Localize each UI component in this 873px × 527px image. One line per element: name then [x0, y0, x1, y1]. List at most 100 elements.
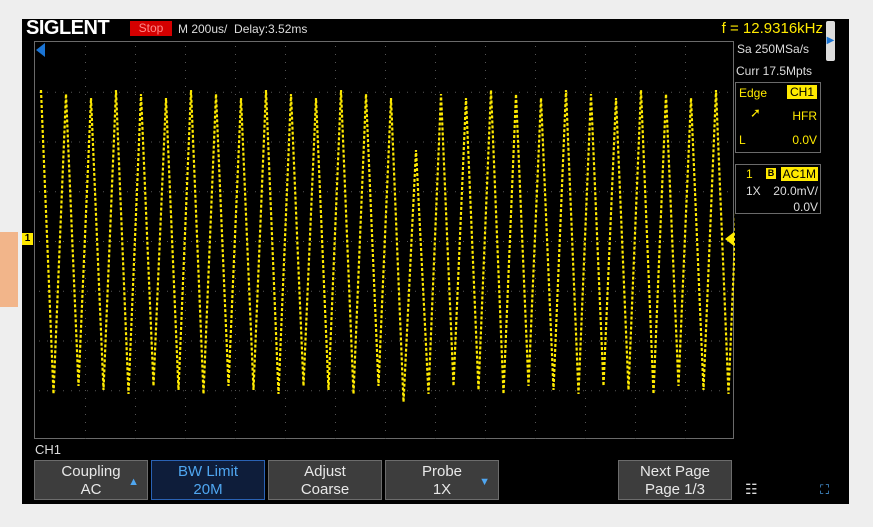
grid-dot — [583, 340, 584, 342]
grid-dot — [685, 326, 686, 327]
grid-dot — [335, 241, 336, 242]
trigger-position-icon[interactable] — [36, 43, 45, 57]
grid-dot — [485, 70, 486, 71]
grid-dot — [487, 390, 488, 392]
grid-dot — [85, 390, 86, 391]
softkey-label: BW Limit — [178, 463, 238, 480]
grid-dot — [295, 141, 296, 143]
expand-panel-icon[interactable]: ▶ — [826, 21, 835, 61]
grid-dot — [719, 340, 720, 342]
grid-dot — [385, 366, 386, 367]
probe-button[interactable]: Probe 1X ▼ — [385, 460, 499, 500]
grid-dot — [519, 390, 520, 392]
grid-dot — [703, 91, 704, 93]
grid-dot — [687, 91, 688, 93]
channel-marker-icon[interactable]: 1 — [22, 233, 33, 245]
grid-dot — [185, 334, 186, 335]
grid-dot — [235, 118, 236, 119]
grid-dot — [535, 86, 536, 87]
grid-dot — [685, 134, 686, 135]
grid-dot — [727, 141, 728, 143]
grid-dot — [455, 141, 456, 143]
grid-dot — [385, 262, 386, 263]
grid-dot — [503, 91, 504, 93]
side-tab — [0, 232, 18, 307]
grid-dot — [285, 142, 286, 143]
grid-dot — [343, 91, 344, 93]
grid-dot — [271, 91, 272, 93]
trigger-panel[interactable]: Edge CH1 ➚ HFR L 0.0V — [735, 82, 821, 153]
grid-dot — [335, 94, 336, 95]
grid-dot — [455, 191, 456, 193]
grid-dot — [485, 350, 486, 351]
grid-dot — [319, 290, 320, 292]
grid-dot — [79, 390, 80, 392]
grid-dot — [271, 241, 272, 242]
timebase-readout[interactable]: M 200us/ Delay:3.52ms — [178, 22, 307, 36]
grid-dot — [319, 141, 320, 143]
grid-dot — [727, 340, 728, 342]
grid-dot — [39, 91, 40, 93]
grid-dot — [185, 142, 186, 143]
grid-dot — [559, 141, 560, 143]
next-page-button[interactable]: Next Page Page 1/3 — [618, 460, 732, 500]
channel-panel[interactable]: 1 B AC1M 1X 20.0mV/ 0.0V — [735, 164, 821, 214]
grid-dot — [85, 366, 86, 367]
grid-dot — [335, 150, 336, 151]
grid-dot — [585, 70, 586, 71]
grid-dot — [535, 158, 536, 159]
grid-dot — [327, 241, 328, 242]
grid-dot — [503, 241, 504, 242]
bw-limit-button[interactable]: BW Limit 20M — [151, 460, 265, 500]
grid-dot — [207, 340, 208, 342]
grid-dot — [391, 290, 392, 292]
run-stop-status[interactable]: Stop — [130, 21, 172, 36]
grid-dot — [39, 141, 40, 143]
grid-dot — [711, 290, 712, 292]
grid-dot — [135, 318, 136, 319]
grid-dot — [185, 174, 186, 175]
adjust-button[interactable]: Adjust Coarse — [268, 460, 382, 500]
grid-dot — [159, 191, 160, 193]
grid-dot — [527, 191, 528, 193]
grid-dot — [285, 150, 286, 151]
grid-dot — [239, 241, 240, 242]
grid-dot — [685, 430, 686, 431]
grid-dot — [185, 206, 186, 207]
grid-dot — [335, 166, 336, 167]
grid-dot — [485, 294, 486, 295]
grid-dot — [455, 241, 456, 242]
trigger-level-icon[interactable] — [725, 232, 734, 246]
grid-dot — [185, 326, 186, 327]
grid-dot — [79, 141, 80, 143]
grid-dot — [135, 310, 136, 311]
waveform-grid[interactable] — [34, 41, 735, 439]
grid-dot — [685, 294, 686, 295]
grid-dot — [85, 46, 86, 47]
grid-dot — [695, 290, 696, 292]
coupling-button[interactable]: Coupling AC ▲ — [34, 460, 148, 500]
expand-icon[interactable]: ⛶ — [820, 482, 829, 498]
grid-dot — [135, 150, 136, 151]
grid-dot — [87, 390, 88, 392]
grid-dot — [135, 102, 136, 103]
grid-dot — [135, 91, 136, 93]
grid-dot — [55, 290, 56, 292]
grid-dot — [235, 78, 236, 79]
grid-dot — [495, 141, 496, 143]
grid-dot — [435, 358, 436, 359]
grid-dot — [385, 142, 386, 143]
grid-dot — [685, 302, 686, 303]
grid-dot — [385, 430, 386, 431]
grid-dot — [591, 91, 592, 93]
grid-dot — [95, 241, 96, 242]
grid-dot — [435, 414, 436, 415]
grid-dot — [431, 340, 432, 342]
grid-dot — [599, 191, 600, 193]
grid-dot — [285, 326, 286, 327]
grid-dot — [399, 340, 400, 342]
grid-dot — [535, 414, 536, 415]
grid-dot — [575, 191, 576, 193]
grid-dot — [223, 340, 224, 342]
network-icon[interactable]: ☷ — [745, 481, 758, 498]
